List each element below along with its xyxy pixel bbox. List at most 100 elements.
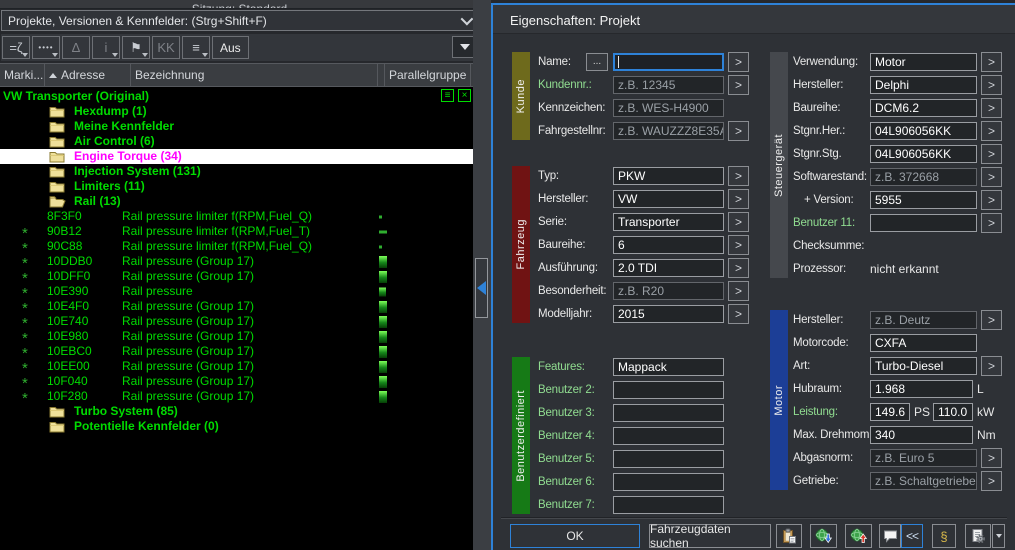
info-button[interactable]: i bbox=[92, 36, 120, 59]
compare-button[interactable]: =ζ bbox=[2, 36, 30, 59]
benutzer2-input[interactable] bbox=[613, 381, 724, 399]
mo-hersteller-expand-button[interactable]: > bbox=[981, 310, 1002, 330]
benutzer3-input[interactable] bbox=[613, 404, 724, 422]
verwendung-expand-button[interactable]: > bbox=[981, 52, 1002, 72]
abgasnorm-expand-button[interactable]: > bbox=[981, 448, 1002, 468]
report-dropdown-button[interactable] bbox=[992, 524, 1005, 548]
serie-expand-button[interactable]: > bbox=[728, 212, 749, 232]
column-header-marki[interactable]: Marki... bbox=[0, 64, 45, 86]
ok-button[interactable]: OK bbox=[510, 524, 640, 548]
fz-hersteller-expand-button[interactable]: > bbox=[728, 189, 749, 209]
besonderheit-input[interactable]: z.B. R20 bbox=[613, 282, 724, 300]
tree-item-10e740[interactable]: *10E740Rail pressure (Group 17) bbox=[0, 314, 473, 329]
softwarestand-expand-button[interactable]: > bbox=[981, 167, 1002, 187]
abgasnorm-input[interactable]: z.B. Euro 5 bbox=[870, 449, 977, 467]
kundennr-input[interactable]: z.B. 12345 bbox=[613, 76, 724, 94]
tree-folder-turbo-system[interactable]: Turbo System (85) bbox=[0, 404, 473, 419]
motorcode-input[interactable]: CXFA bbox=[870, 334, 977, 352]
stgnr-her-expand-button[interactable]: > bbox=[981, 121, 1002, 141]
art-expand-button[interactable]: > bbox=[981, 356, 1002, 376]
stgnr-her-input[interactable]: 04L906056KK bbox=[870, 122, 977, 140]
softwarestand-input[interactable]: z.B. 372668 bbox=[870, 168, 977, 186]
download-online-data-button[interactable] bbox=[810, 524, 837, 548]
name-expand-button[interactable]: > bbox=[728, 52, 749, 72]
paste-button[interactable] bbox=[776, 524, 802, 548]
verwendung-input[interactable]: Motor bbox=[870, 53, 977, 71]
leistung-input-2[interactable]: 110.0 bbox=[933, 403, 973, 421]
tree-item-10e390[interactable]: *10E390Rail pressure bbox=[0, 284, 473, 299]
serie-input[interactable]: Transporter bbox=[613, 213, 724, 231]
tree-folder-potentielle-kennfelder[interactable]: Potentielle Kennfelder (0) bbox=[0, 419, 473, 434]
tree-folder-meine-kennfelder[interactable]: Meine Kennfelder bbox=[0, 119, 473, 134]
column-header-spacer[interactable] bbox=[378, 64, 385, 86]
tree-item-10e4f0[interactable]: *10E4F0Rail pressure (Group 17) bbox=[0, 299, 473, 314]
upload-online-data-button[interactable] bbox=[845, 524, 872, 548]
typ-expand-button[interactable]: > bbox=[728, 166, 749, 186]
tree-folder-hexdump[interactable]: Hexdump (1) bbox=[0, 104, 473, 119]
fz-baureihe-input[interactable]: 6 bbox=[613, 236, 724, 254]
benutzer11-expand-button[interactable]: > bbox=[981, 213, 1002, 233]
tree-root-vw-transporter[interactable]: VW Transporter (Original)≡× bbox=[0, 89, 473, 104]
art-input[interactable]: Turbo-Diesel bbox=[870, 357, 977, 375]
column-header-adresse[interactable]: Adresse bbox=[45, 64, 131, 86]
benutzer5-input[interactable] bbox=[613, 450, 724, 468]
tree-folder-rail[interactable]: Rail (13) bbox=[0, 194, 473, 209]
kundennr-expand-button[interactable]: > bbox=[728, 75, 749, 95]
tree-item-10ee00[interactable]: *10EE00Rail pressure (Group 17) bbox=[0, 359, 473, 374]
dots-button[interactable]: •••• bbox=[32, 36, 60, 59]
version-expand-button[interactable]: > bbox=[981, 190, 1002, 210]
sg-baureihe-expand-button[interactable]: > bbox=[981, 98, 1002, 118]
column-header-bezeichnung[interactable]: Bezeichnung bbox=[131, 64, 378, 86]
features-input[interactable]: Mappack bbox=[613, 358, 724, 376]
fahrgestellnr-expand-button[interactable]: > bbox=[728, 121, 749, 141]
sg-hersteller-input[interactable]: Delphi bbox=[870, 76, 977, 94]
stgnr-stg-expand-button[interactable]: > bbox=[981, 144, 1002, 164]
hubraum-input[interactable]: 1.968 bbox=[870, 380, 973, 398]
tree-item-90c88[interactable]: *90C88Rail pressure limiter f(RPM,Fuel_Q… bbox=[0, 239, 473, 254]
collapse-dialog-button[interactable]: << bbox=[901, 524, 923, 548]
name-more-button[interactable]: ... bbox=[586, 53, 608, 71]
report-button[interactable] bbox=[965, 524, 991, 548]
getriebe-input[interactable]: z.B. Schaltgetriebe bbox=[870, 472, 977, 490]
stgnr-stg-input[interactable]: 04L906056KK bbox=[870, 145, 977, 163]
tree-item-10e980[interactable]: *10E980Rail pressure (Group 17) bbox=[0, 329, 473, 344]
search-vehicle-data-button[interactable]: Fahrzeugdaten suchen bbox=[649, 524, 771, 548]
benutzer11-input[interactable] bbox=[870, 214, 977, 232]
kennzeichen-input[interactable]: z.B. WES-H4900 bbox=[613, 99, 724, 117]
kk-button[interactable]: KK bbox=[152, 36, 180, 59]
tree-item-8f3f0[interactable]: 8F3F0Rail pressure limiter f(RPM,Fuel_Q) bbox=[0, 209, 473, 224]
typ-input[interactable]: PKW bbox=[613, 167, 724, 185]
tree-item-10f040[interactable]: *10F040Rail pressure (Group 17) bbox=[0, 374, 473, 389]
aus-button[interactable]: Aus bbox=[212, 36, 249, 59]
ausfuehrung-expand-button[interactable]: > bbox=[728, 258, 749, 278]
modelljahr-input[interactable]: 2015 bbox=[613, 305, 724, 323]
benutzer4-input[interactable] bbox=[613, 427, 724, 445]
panel-splitter[interactable] bbox=[473, 0, 491, 550]
tree-details-button[interactable]: ≡ bbox=[441, 89, 454, 102]
modelljahr-expand-button[interactable]: > bbox=[728, 304, 749, 324]
splitter-handle[interactable] bbox=[475, 258, 488, 318]
tree-folder-air-control[interactable]: Air Control (6) bbox=[0, 134, 473, 149]
tree-item-10ebc0[interactable]: *10EBC0Rail pressure (Group 17) bbox=[0, 344, 473, 359]
benutzer6-input[interactable] bbox=[613, 473, 724, 491]
fz-hersteller-input[interactable]: VW bbox=[613, 190, 724, 208]
tree-item-10dff0[interactable]: *10DFF0Rail pressure (Group 17) bbox=[0, 269, 473, 284]
mo-hersteller-input[interactable]: z.B. Deutz bbox=[870, 311, 977, 329]
fahrgestellnr-input[interactable]: z.B. WAUZZZ8E35A235 bbox=[613, 122, 724, 140]
leistung-input[interactable]: 149.6 bbox=[870, 403, 910, 421]
delta-button[interactable]: Δ bbox=[62, 36, 90, 59]
tree-folder-injection-system[interactable]: Injection System (131) bbox=[0, 164, 473, 179]
name-input[interactable] bbox=[613, 53, 724, 71]
tree-item-90b12[interactable]: *90B12Rail pressure limiter f(RPM,Fuel_T… bbox=[0, 224, 473, 239]
benutzer7-input[interactable] bbox=[613, 496, 724, 514]
version-input[interactable]: 5955 bbox=[870, 191, 977, 209]
besonderheit-expand-button[interactable]: > bbox=[728, 281, 749, 301]
sg-baureihe-input[interactable]: DCM6.2 bbox=[870, 99, 977, 117]
sg-hersteller-expand-button[interactable]: > bbox=[981, 75, 1002, 95]
ausfuehrung-input[interactable]: 2.0 TDI bbox=[613, 259, 724, 277]
max-drehmom-input[interactable]: 340 bbox=[870, 426, 973, 444]
legal-paragraph-button[interactable]: § bbox=[932, 524, 956, 548]
flag-button[interactable]: ⚑ bbox=[122, 36, 150, 59]
column-header-parallelgruppe[interactable]: Parallelgruppe bbox=[385, 64, 471, 86]
tree-item-10ddb0[interactable]: *10DDB0Rail pressure (Group 17) bbox=[0, 254, 473, 269]
